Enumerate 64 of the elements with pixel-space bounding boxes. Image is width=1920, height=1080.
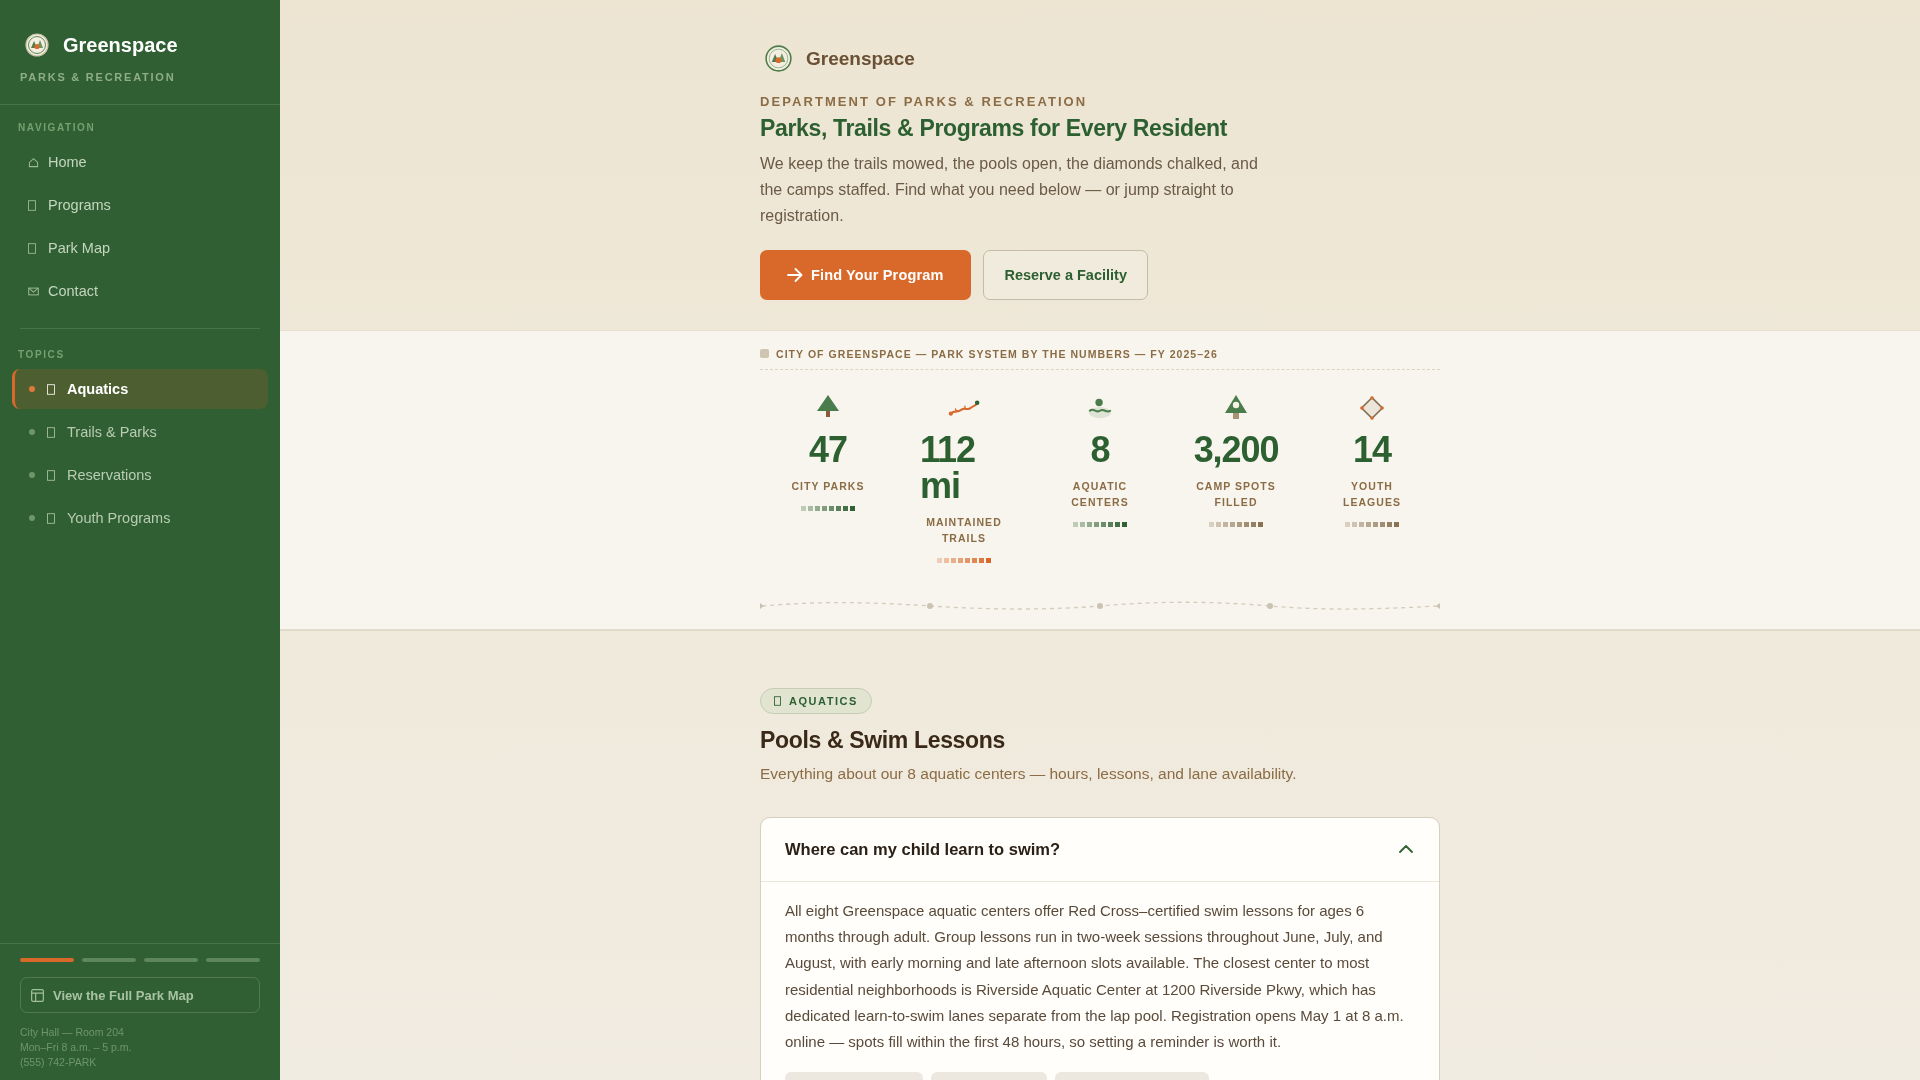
arrow-right-icon bbox=[787, 267, 803, 282]
nav-link[interactable]: Programs bbox=[12, 185, 268, 225]
square-icon bbox=[47, 469, 55, 481]
brand-name: Greenspace bbox=[806, 47, 915, 70]
stat-label: MAINTAINED TRAILS bbox=[925, 514, 1003, 546]
bullet-dot-icon bbox=[29, 515, 35, 521]
stat-value: 112 mi bbox=[920, 431, 976, 504]
house-icon bbox=[28, 156, 39, 168]
park-emblem-logo bbox=[765, 45, 792, 72]
intro-text: We keep the trails mowed, the pools open, the diamonds chalked, and the camps staffed. Find what you need below — or jump straight to registration. bbox=[760, 153, 1259, 226]
topic-link[interactable]: Aquatics bbox=[12, 369, 268, 409]
square-icon bbox=[28, 242, 36, 254]
dot-scale-icon bbox=[1209, 521, 1263, 527]
find-program-button[interactable]: Find Your Program bbox=[760, 249, 972, 300]
stat-label: YOUTH LEAGUES bbox=[1341, 478, 1403, 510]
contact-line: (555) 742-PARK bbox=[20, 1055, 98, 1070]
dot-scale-icon bbox=[1345, 521, 1399, 527]
stat-label: CITY PARKS bbox=[791, 478, 865, 494]
full-map-button[interactable]: View the Full Park Map bbox=[20, 977, 260, 1013]
chevron-up-icon bbox=[1399, 845, 1413, 854]
envelope-icon bbox=[28, 285, 39, 297]
stats-caption: CITY OF GREENSPACE — PARK SYSTEM BY THE NUMBERS — FY 2025–26 bbox=[776, 347, 1218, 360]
department-label: DEPARTMENT OF PARKS & RECREATION bbox=[760, 94, 1089, 109]
stat-value: 8 bbox=[1090, 431, 1110, 468]
topic-link[interactable]: Reservations bbox=[12, 455, 268, 495]
bullet-dot-icon bbox=[29, 386, 35, 392]
faq-answer: All eight Greenspace aquatic centers offer Red Cross–certified swim lessons for ages 6 months through adult. Group lessons run in two-week sessions throughout June, July, and August, with early morning and late afternoon slots available. The closest center to most residential neighborhoods is Riverside Aquatic Center at 1200 Riverside Pkwy, which has dedicated learn-to-swim lanes separate from the lap pool. Registration opens May 1 at 8 a.m. online — spots fill within the first 48 hours, so setting a reminder is worth it. bbox=[785, 900, 1405, 1053]
square-icon bbox=[47, 383, 55, 395]
contact-line: Mon–Fri 8 a.m. – 5 p.m. bbox=[20, 1040, 133, 1055]
nav-link[interactable]: Contact bbox=[12, 271, 268, 311]
stat-label: AQUATIC CENTERS bbox=[1070, 478, 1130, 510]
badge-text: AQUATICS bbox=[789, 694, 858, 707]
nav-link[interactable]: Park Map bbox=[12, 228, 268, 268]
stat-value: 3,200 bbox=[1193, 431, 1279, 468]
reserve-facility-button[interactable]: Reserve a Facility bbox=[983, 249, 1148, 300]
diamond-icon bbox=[1360, 393, 1384, 422]
nav-heading: NAVIGATION bbox=[17, 122, 97, 133]
dot-scale-icon bbox=[801, 505, 855, 511]
dot-scale-icon bbox=[937, 557, 991, 563]
page-title: Parks, Trails & Programs for Every Resident bbox=[760, 114, 1229, 143]
park-emblem-logo bbox=[25, 33, 49, 57]
square-icon bbox=[47, 512, 55, 524]
square-icon bbox=[774, 695, 781, 706]
topic-link[interactable]: Trails & Parks bbox=[12, 412, 268, 452]
pine-tree-icon bbox=[1224, 393, 1248, 422]
stat-label: CAMP SPOTS FILLED bbox=[1195, 478, 1277, 510]
square-icon bbox=[47, 426, 55, 438]
nav-link[interactable]: Home bbox=[12, 142, 268, 182]
brand-name: Greenspace bbox=[63, 33, 178, 57]
topics-heading: TOPICS bbox=[17, 349, 66, 360]
section-subtitle: Everything about our 8 aquatic centers — hours, lessons, and lane availability. bbox=[760, 763, 1298, 784]
stat-value: 14 bbox=[1353, 431, 1391, 468]
topic-link[interactable]: Youth Programs bbox=[12, 498, 268, 538]
stat-value: 47 bbox=[809, 431, 847, 468]
section-title: Pools & Swim Lessons bbox=[760, 725, 1006, 755]
brand-tagline: PARKS & RECREATION bbox=[20, 71, 177, 83]
square-icon bbox=[28, 199, 36, 211]
bullet-dot-icon bbox=[29, 429, 35, 435]
dot-scale-icon bbox=[1073, 521, 1127, 527]
faq-question[interactable]: Where can my child learn to swim? bbox=[761, 817, 1439, 882]
contact-line: City Hall — Room 204 bbox=[20, 1025, 125, 1040]
layout-icon bbox=[31, 988, 44, 1002]
bullet-dot-icon bbox=[29, 472, 35, 478]
square-icon bbox=[760, 349, 769, 359]
